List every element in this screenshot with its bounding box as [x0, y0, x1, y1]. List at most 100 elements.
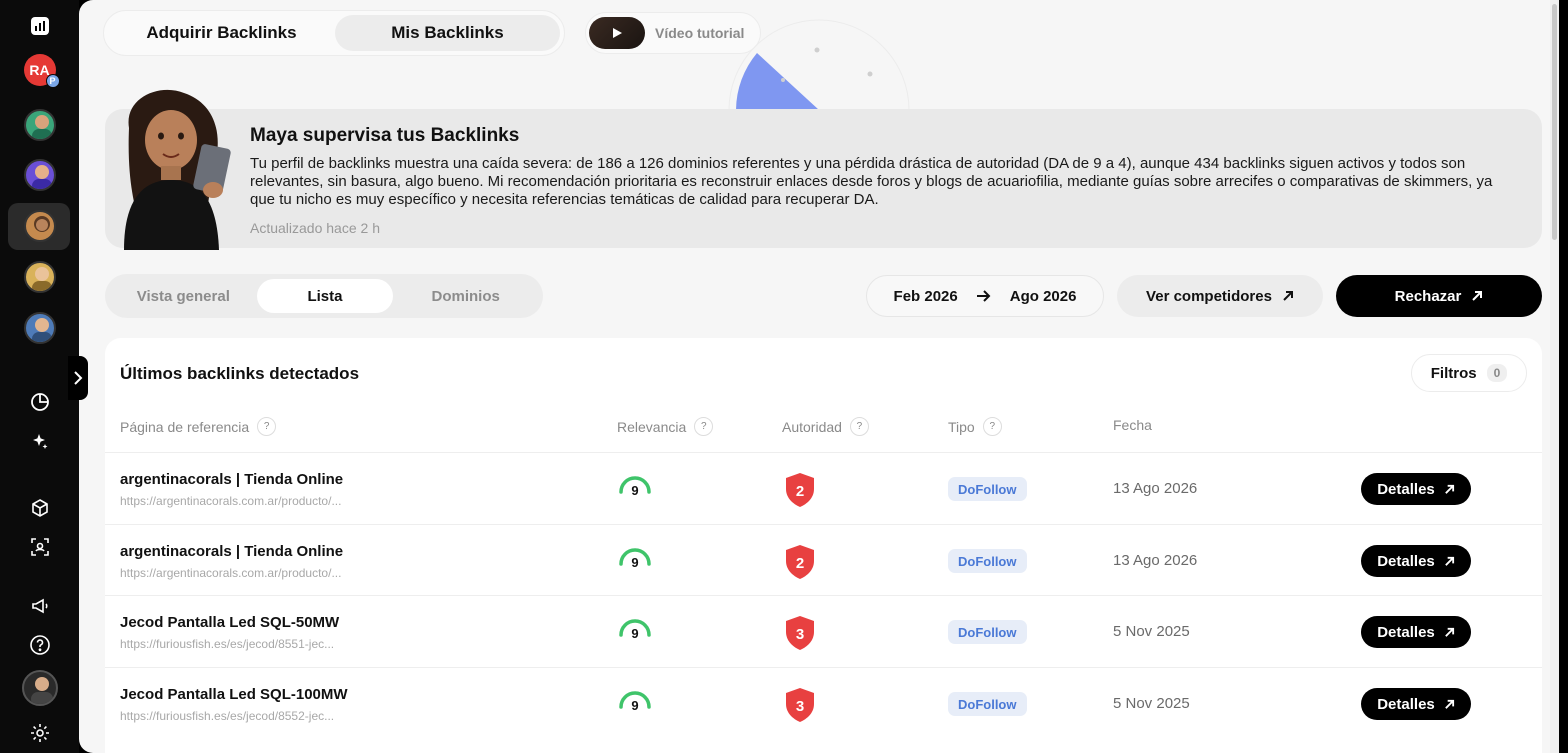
ref-page-url[interactable]: https://furiousfish.es/es/jecod/8551-jec…: [120, 637, 334, 651]
decorative-radar: [728, 19, 910, 120]
vertical-scrollbar[interactable]: [1550, 0, 1559, 753]
plan-badge: P: [45, 74, 60, 88]
header-type-label: Tipo: [948, 418, 975, 435]
column-header-authority: Autoridad ?: [782, 417, 869, 436]
tab-my-backlinks[interactable]: Mis Backlinks: [334, 15, 560, 51]
type-badge: DoFollow: [948, 477, 1027, 501]
arrow-up-right-icon: [1283, 291, 1293, 301]
arrow-up-right-icon: [1444, 627, 1454, 637]
help-icon[interactable]: [29, 634, 51, 656]
row-date: 13 Ago 2026: [1113, 480, 1198, 497]
help-icon[interactable]: ?: [694, 417, 714, 436]
view-competitors-button[interactable]: Ver competidores: [1117, 275, 1323, 317]
view-competitors-label: Ver competidores: [1146, 287, 1272, 305]
ref-page-url[interactable]: https://furiousfish.es/es/jecod/8552-jec…: [120, 709, 334, 723]
authority-value: 3: [796, 626, 804, 643]
authority-shield: 2: [783, 543, 817, 581]
ref-page-title[interactable]: Jecod Pantalla Led SQL-50MW: [120, 614, 339, 631]
filters-count-badge: 0: [1486, 364, 1508, 382]
details-label: Detalles: [1377, 552, 1435, 570]
sparkles-icon[interactable]: [30, 432, 50, 452]
arrow-up-right-icon: [1444, 699, 1454, 709]
type-badge: DoFollow: [948, 620, 1027, 644]
filters-button[interactable]: Filtros 0: [1411, 354, 1527, 392]
table-row[interactable]: argentinacorals | Tienda Online https://…: [105, 452, 1542, 524]
help-icon[interactable]: ?: [982, 417, 1002, 436]
agent-avatar-maya[interactable]: [23, 210, 56, 242]
help-icon[interactable]: ?: [849, 417, 869, 436]
row-date: 13 Ago 2026: [1113, 552, 1198, 569]
row-date: 5 Nov 2025: [1113, 695, 1190, 712]
date-from: Feb 2026: [893, 287, 958, 305]
details-button[interactable]: Detalles: [1361, 688, 1471, 720]
date-to: Ago 2026: [1009, 287, 1077, 305]
tab-overview[interactable]: Vista general: [110, 279, 257, 313]
scrollbar-thumb[interactable]: [1552, 4, 1557, 240]
authority-shield: 3: [783, 614, 817, 652]
details-label: Detalles: [1377, 623, 1435, 641]
settings-gear-icon[interactable]: [29, 722, 51, 744]
agent-avatar-2[interactable]: [23, 159, 56, 191]
table-row[interactable]: argentinacorals | Tienda Online https://…: [105, 524, 1542, 596]
maya-summary-card: Maya supervisa tus Backlinks Tu perfil d…: [105, 109, 1542, 248]
reject-label: Rechazar: [1394, 287, 1462, 305]
authority-value: 3: [796, 698, 804, 715]
table-row[interactable]: Jecod Pantalla Led SQL-50MW https://furi…: [105, 595, 1542, 667]
pie-chart-icon[interactable]: [30, 392, 50, 412]
agent-avatar-3[interactable]: [23, 261, 56, 293]
maya-title: Maya supervisa tus Backlinks: [250, 125, 520, 146]
relevance-value: 9: [631, 555, 638, 570]
user-avatar[interactable]: RA P: [23, 54, 60, 88]
column-header-relevance: Relevancia ?: [617, 417, 714, 436]
details-button[interactable]: Detalles: [1361, 545, 1471, 577]
collapse-sidebar-toggle[interactable]: [68, 356, 88, 400]
agent-avatar-1[interactable]: [23, 109, 56, 141]
tab-list[interactable]: Lista: [256, 279, 394, 313]
column-header-date: Fecha: [1113, 417, 1152, 433]
row-date: 5 Nov 2025: [1113, 623, 1190, 640]
authority-shield: 2: [783, 471, 817, 509]
relevance-gauge: 9: [617, 685, 653, 721]
details-label: Detalles: [1377, 695, 1435, 713]
ref-page-url[interactable]: https://argentinacorals.com.ar/producto/…: [120, 566, 341, 580]
agent-avatar-4[interactable]: [23, 312, 56, 344]
scan-icon[interactable]: [30, 537, 50, 557]
top-tabs: Adquirir Backlinks Mis Backlinks: [103, 10, 565, 56]
relevance-value: 9: [631, 483, 638, 498]
column-header-reference: Página de referencia ?: [120, 417, 277, 436]
help-icon[interactable]: ?: [257, 417, 277, 436]
type-badge: DoFollow: [948, 692, 1027, 716]
tab-acquire-backlinks[interactable]: Adquirir Backlinks: [108, 15, 335, 51]
box-icon[interactable]: [30, 498, 50, 518]
column-header-type: Tipo ?: [948, 417, 1002, 436]
ref-page-title[interactable]: argentinacorals | Tienda Online: [120, 471, 343, 488]
video-thumbnail: [589, 17, 645, 49]
megaphone-icon[interactable]: [30, 596, 50, 616]
table-row[interactable]: Jecod Pantalla Led SQL-100MW https://fur…: [105, 667, 1542, 739]
relevance-value: 9: [631, 626, 638, 641]
header-date-label: Fecha: [1113, 417, 1152, 433]
profile-avatar[interactable]: [21, 670, 58, 706]
table-title: Últimos backlinks detectados: [120, 364, 360, 383]
header-authority-label: Autoridad: [782, 418, 842, 435]
view-tabs: Vista general Lista Dominios: [105, 274, 543, 318]
relevance-value: 9: [631, 698, 638, 713]
main-panel: Adquirir Backlinks Mis Backlinks Vídeo t…: [79, 0, 1559, 753]
arrow-up-right-icon: [1444, 556, 1454, 566]
relevance-gauge: 9: [617, 613, 653, 649]
tab-domains[interactable]: Dominios: [393, 279, 538, 313]
date-range-selector[interactable]: Feb 2026 Ago 2026: [866, 275, 1104, 317]
relevance-gauge: 9: [617, 542, 653, 578]
relevance-gauge: 9: [617, 470, 653, 506]
play-icon: [613, 28, 622, 38]
maya-summary-text: Tu perfil de backlinks muestra una caída…: [250, 155, 1493, 208]
details-button[interactable]: Detalles: [1361, 473, 1471, 505]
type-badge: DoFollow: [948, 549, 1027, 573]
details-button[interactable]: Detalles: [1361, 616, 1471, 648]
reject-button[interactable]: Rechazar: [1336, 275, 1542, 317]
ref-page-title[interactable]: argentinacorals | Tienda Online: [120, 543, 343, 560]
filters-label: Filtros: [1430, 364, 1477, 382]
stats-icon[interactable]: [30, 16, 50, 36]
ref-page-title[interactable]: Jecod Pantalla Led SQL-100MW: [120, 686, 348, 703]
ref-page-url[interactable]: https://argentinacorals.com.ar/producto/…: [120, 494, 341, 508]
